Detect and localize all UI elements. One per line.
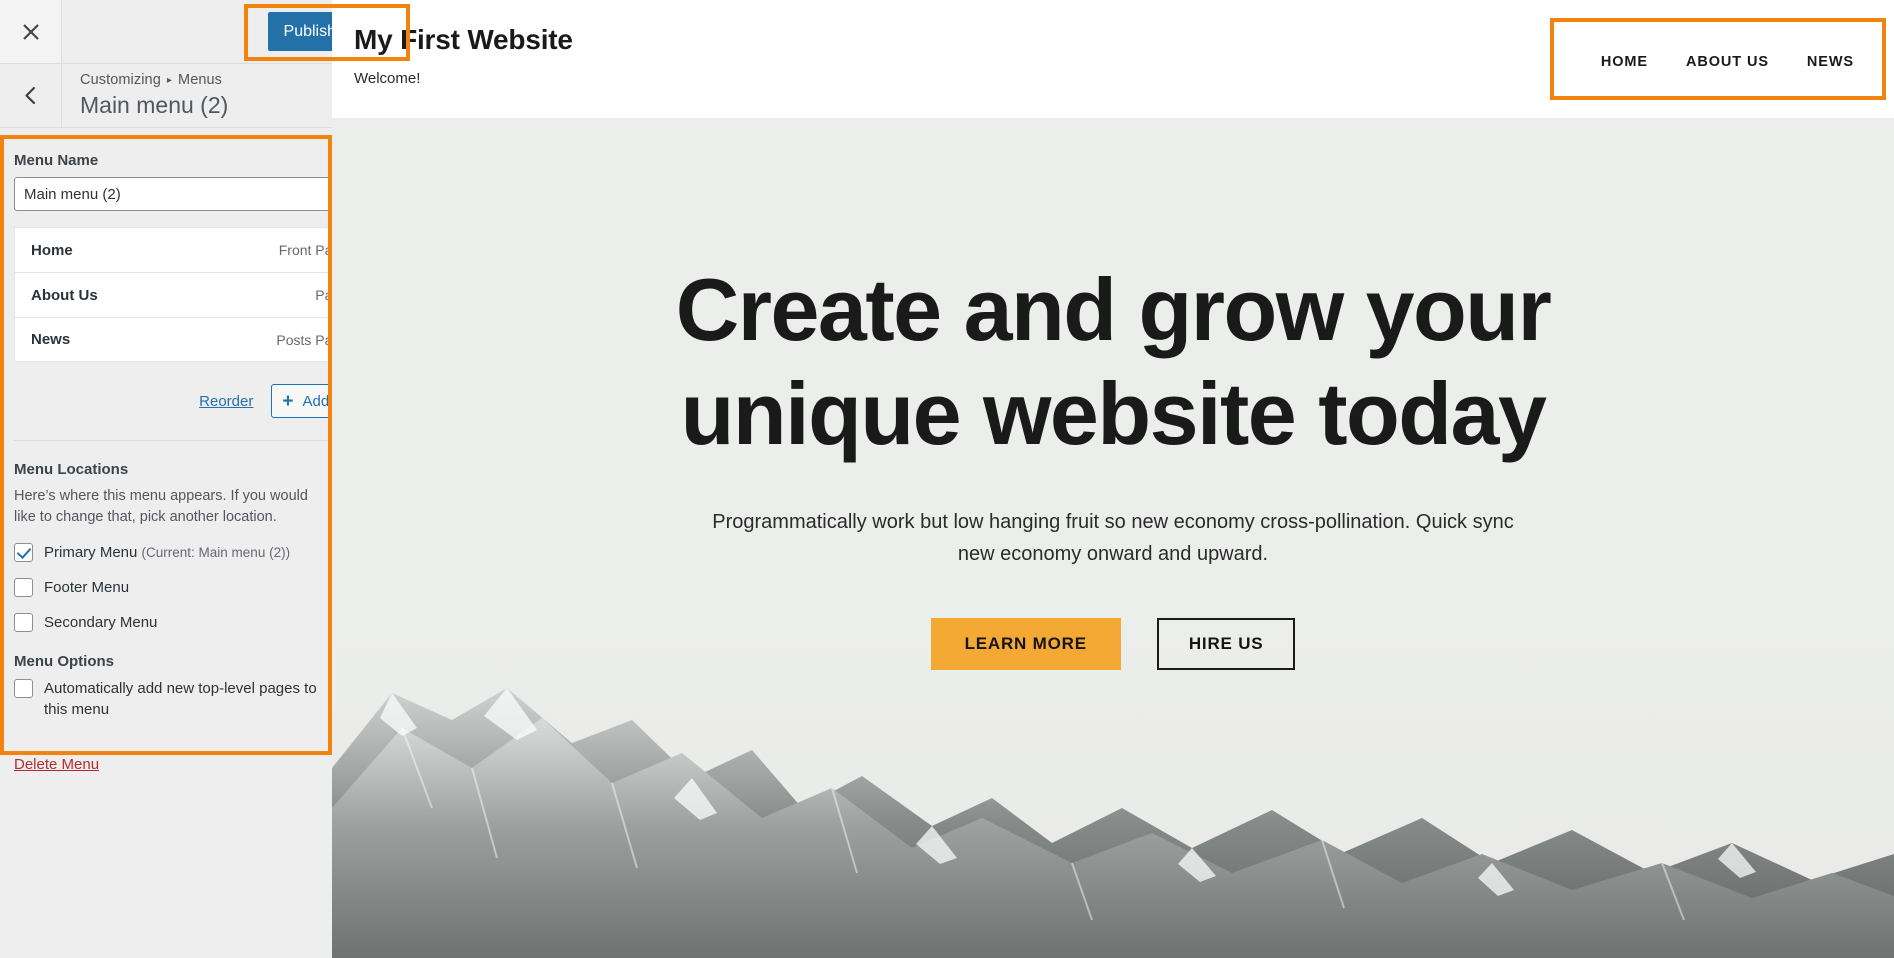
- hire-us-button[interactable]: HIRE US: [1156, 618, 1296, 670]
- menu-options-title: Menu Options: [14, 653, 114, 670]
- hero-content: Create and grow your unique website toda…: [332, 118, 1894, 670]
- menu-locations-title: Menu Locations: [14, 461, 129, 478]
- checkbox-label: Footer Menu: [44, 579, 130, 596]
- site-preview: My First Website Welcome! HOME ABOUT US NE…: [332, 0, 1894, 958]
- site-branding: My First Website Welcome!: [354, 18, 573, 87]
- menu-item-row[interactable]: Home Front Page: [14, 227, 385, 272]
- checkbox-box[interactable]: [14, 613, 33, 632]
- breadcrumb: Customizing ▸ Menus Main menu (2): [62, 64, 228, 127]
- breadcrumb-line: Customizing ▸ Menus: [80, 72, 228, 88]
- menu-locations-checkbox-list: Primary Menu (Current: Main menu (2)) Foo…: [14, 542, 385, 633]
- checkbox-box[interactable]: [14, 679, 33, 698]
- hero-section: Create and grow your unique website toda…: [332, 118, 1894, 958]
- breadcrumb-section[interactable]: Menus: [178, 72, 222, 88]
- menu-locations-description: Here’s where this menu appears. If you w…: [14, 488, 308, 525]
- customizer-screen: Publish Customizing ▸ Menus Main menu (2…: [0, 0, 1894, 958]
- menu-name-input[interactable]: [14, 177, 385, 211]
- primary-navigation: HOME ABOUT US NEWS: [1601, 18, 1860, 70]
- menu-item-title: News: [31, 331, 71, 348]
- menu-items-list: HomeFront PageAbout UsPageNewsPosts Page: [14, 227, 385, 362]
- reorder-link[interactable]: Reorder: [199, 393, 253, 410]
- menu-item-title: About Us: [31, 286, 98, 304]
- delete-menu-link[interactable]: Delete Menu: [14, 756, 99, 773]
- menu-actions-row: Reorder + Add Items: [14, 384, 385, 441]
- checkbox-label: Automatically add new top-level pages to…: [44, 680, 317, 718]
- checkbox-label: Secondary Menu: [44, 614, 158, 631]
- close-icon[interactable]: [0, 0, 62, 63]
- hero-title: Create and grow your unique website toda…: [675, 260, 1552, 463]
- menu-location-checkbox[interactable]: Secondary Menu: [14, 612, 385, 633]
- menu-item-row[interactable]: News Posts Page: [14, 317, 385, 362]
- nav-link[interactable]: HOME: [1601, 54, 1648, 70]
- publish-button-label: Publish: [283, 22, 336, 40]
- hero-subtitle: Programmatically work but low hanging fr…: [712, 511, 1514, 565]
- checkbox-box[interactable]: [14, 578, 33, 597]
- mountain-photo: [332, 688, 1894, 958]
- plus-icon: +: [282, 390, 294, 412]
- site-header: My First Website Welcome! HOME ABOUT US NE…: [332, 0, 1894, 118]
- chevron-left-icon[interactable]: [0, 64, 62, 127]
- menu-options-checkbox-list: Automatically add new top-level pages to…: [14, 678, 385, 720]
- menu-option-checkbox[interactable]: Automatically add new top-level pages to…: [14, 678, 385, 720]
- nav-link[interactable]: NEWS: [1807, 54, 1854, 70]
- menu-location-checkbox[interactable]: Footer Menu: [14, 577, 385, 598]
- breadcrumb-root[interactable]: Customizing: [80, 72, 161, 88]
- checkbox-box[interactable]: [14, 543, 33, 562]
- nav-link[interactable]: ABOUT US: [1686, 54, 1769, 70]
- menu-item-row[interactable]: About UsPage: [14, 272, 385, 317]
- menu-item-title: Home: [31, 241, 73, 259]
- site-tagline: Welcome!: [354, 70, 421, 87]
- site-title[interactable]: My First Website: [354, 24, 573, 56]
- hero-buttons: LEARN MORE HIRE US: [332, 618, 1894, 670]
- page-title: Main menu (2): [80, 92, 229, 118]
- learn-more-button[interactable]: LEARN MORE: [930, 618, 1121, 670]
- checkbox-label: Primary Menu (Current: Main menu (2)): [44, 544, 291, 561]
- menu-name-label: Menu Name: [14, 152, 99, 169]
- breadcrumb-separator-icon: ▸: [166, 74, 173, 86]
- menu-location-checkbox[interactable]: Primary Menu (Current: Main menu (2)): [14, 542, 385, 563]
